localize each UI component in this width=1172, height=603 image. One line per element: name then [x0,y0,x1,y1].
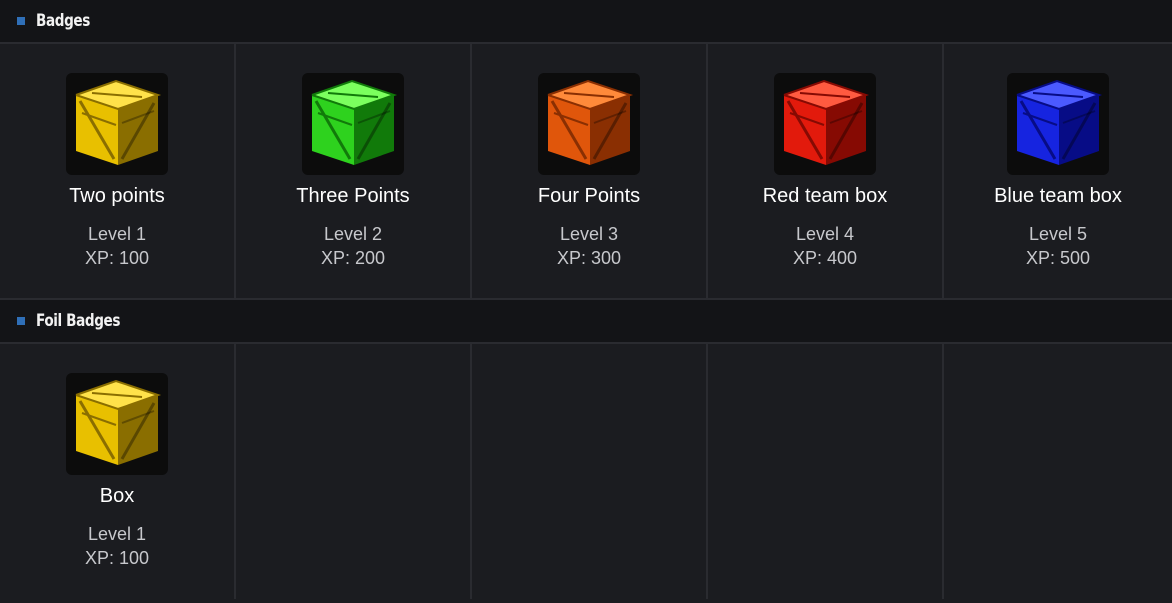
empty-badge-slot [944,344,1172,599]
badge-name: Four Points [537,185,641,207]
section-marker-icon [17,317,25,325]
yellow-crate-icon [66,73,168,175]
section-marker-icon [17,17,25,25]
badge-card[interactable]: Box Level 1 XP: 100 [0,344,236,599]
blue-crate-icon [1007,73,1109,175]
badge-grid: Box Level 1 XP: 100 [0,344,1172,599]
badge-level: Level 1 [87,224,147,244]
badge-xp: XP: 500 [1025,248,1091,268]
section-header: Badges [0,0,1172,44]
badges-page: Badges Two points Level 1 XP: 100 Three Poin… [0,0,1172,599]
badge-xp: XP: 300 [556,248,622,268]
badge-xp: XP: 400 [792,248,858,268]
badge-card[interactable]: Blue team box Level 5 XP: 500 [944,44,1172,298]
badge-level: Level 4 [795,224,855,244]
badge-card[interactable]: Red team box Level 4 XP: 400 [708,44,944,298]
badge-level: Level 2 [323,224,383,244]
badge-name: Two points [69,185,165,207]
empty-badge-slot [236,344,472,599]
badge-xp: XP: 100 [84,248,150,268]
badge-name: Blue team box [994,185,1122,207]
badge-xp: XP: 200 [320,248,386,268]
section-title: Foil Badges [36,311,121,331]
badge-xp: XP: 100 [84,548,150,568]
badge-level: Level 5 [1028,224,1088,244]
badge-name: Three Points [296,185,410,207]
yellow-crate-icon [66,373,168,475]
section-header: Foil Badges [0,300,1172,344]
empty-badge-slot [472,344,708,599]
badge-name: Red team box [762,185,888,207]
badge-card[interactable]: Two points Level 1 XP: 100 [0,44,236,298]
badge-level: Level 1 [87,524,147,544]
orange-crate-icon [538,73,640,175]
badge-level: Level 3 [559,224,619,244]
green-crate-icon [302,73,404,175]
badge-card[interactable]: Three Points Level 2 XP: 200 [236,44,472,298]
empty-badge-slot [708,344,944,599]
badge-name: Box [99,485,135,507]
badge-card[interactable]: Four Points Level 3 XP: 300 [472,44,708,298]
badge-grid: Two points Level 1 XP: 100 Three Points Leve… [0,44,1172,300]
red-crate-icon [774,73,876,175]
section-title: Badges [36,11,90,31]
